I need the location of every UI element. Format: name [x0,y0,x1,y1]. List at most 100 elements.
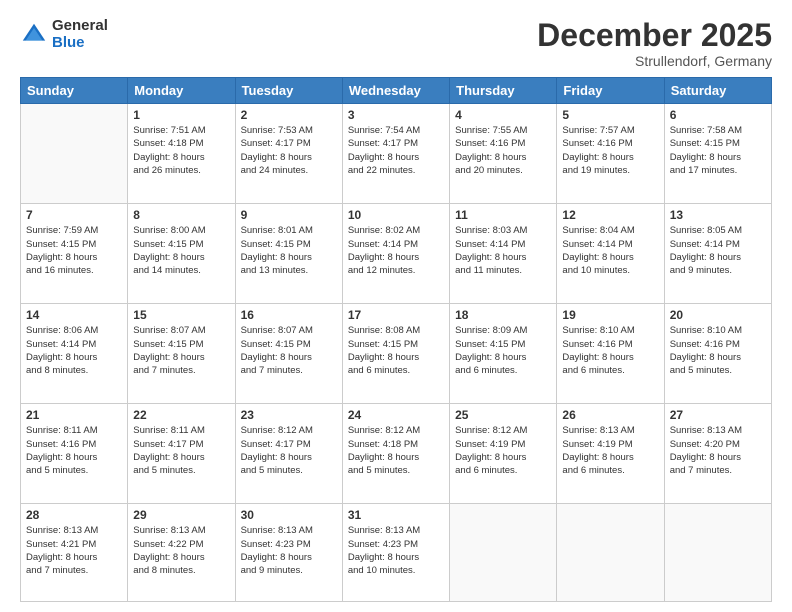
day-number: 21 [26,408,122,422]
day-number: 2 [241,108,337,122]
week-row-2: 14 Sunrise: 8:06 AMSunset: 4:14 PMDayligh… [21,304,772,404]
day-info: Sunrise: 8:08 AMSunset: 4:15 PMDaylight:… [348,324,444,377]
week-row-1: 7Sunrise: 7:59 AMSunset: 4:15 PMDaylight… [21,204,772,304]
calendar-cell: 6 Sunrise: 7:58 AMSunset: 4:15 PMDaylight… [664,104,771,204]
day-info: Sunrise: 8:11 AMSunset: 4:16 PMDaylight:… [26,424,122,477]
day-info: Sunrise: 8:06 AMSunset: 4:14 PMDaylight:… [26,324,122,377]
logo: General Blue [20,18,108,51]
day-number: 26 [562,408,658,422]
day-info: Sunrise: 8:05 AMSunset: 4:14 PMDaylight:… [670,224,766,277]
day-number: 18 [455,308,551,322]
day-info: Sunrise: 8:13 AMSunset: 4:21 PMDaylight:… [26,524,122,577]
calendar-cell: 19 Sunrise: 8:10 AMSunset: 4:16 PMDayligh… [557,304,664,404]
day-number: 14 [26,308,122,322]
day-number: 15 [133,308,229,322]
day-info: Sunrise: 7:53 AMSunset: 4:17 PMDaylight:… [241,124,337,177]
calendar-cell: 13 Sunrise: 8:05 AMSunset: 4:14 PMDayligh… [664,204,771,304]
day-number: 10 [348,208,444,222]
day-info: Sunrise: 7:51 AMSunset: 4:18 PMDaylight:… [133,124,229,177]
calendar-cell: 16 Sunrise: 8:07 AMSunset: 4:15 PMDayligh… [235,304,342,404]
day-number: 4 [455,108,551,122]
calendar-cell: 10 Sunrise: 8:02 AMSunset: 4:14 PMDayligh… [342,204,449,304]
day-number: 17 [348,308,444,322]
day-info: Sunrise: 8:01 AMSunset: 4:15 PMDaylight:… [241,224,337,277]
day-info: Sunrise: 7:55 AMSunset: 4:16 PMDaylight:… [455,124,551,177]
week-row-0: 1 Sunrise: 7:51 AMSunset: 4:18 PMDaylight… [21,104,772,204]
day-info: Sunrise: 7:58 AMSunset: 4:15 PMDaylight:… [670,124,766,177]
day-info: Sunrise: 8:10 AMSunset: 4:16 PMDaylight:… [562,324,658,377]
calendar-cell: 4 Sunrise: 7:55 AMSunset: 4:16 PMDaylight… [450,104,557,204]
calendar-cell: 3Sunrise: 7:54 AMSunset: 4:17 PMDaylight… [342,104,449,204]
day-info: Sunrise: 8:00 AMSunset: 4:15 PMDaylight:… [133,224,229,277]
calendar-cell: 20 Sunrise: 8:10 AMSunset: 4:16 PMDayligh… [664,304,771,404]
day-info: Sunrise: 8:12 AMSunset: 4:19 PMDaylight:… [455,424,551,477]
day-number: 19 [562,308,658,322]
week-row-3: 21 Sunrise: 8:11 AMSunset: 4:16 PMDayligh… [21,404,772,504]
weekday-header-thursday: Thursday [450,78,557,104]
weekday-header-saturday: Saturday [664,78,771,104]
day-info: Sunrise: 8:13 AMSunset: 4:20 PMDaylight:… [670,424,766,477]
day-number: 11 [455,208,551,222]
calendar-cell: 23Sunrise: 8:12 AMSunset: 4:17 PMDayligh… [235,404,342,504]
week-row-4: 28 Sunrise: 8:13 AMSunset: 4:21 PMDayligh… [21,504,772,602]
day-info: Sunrise: 8:10 AMSunset: 4:16 PMDaylight:… [670,324,766,377]
day-number: 22 [133,408,229,422]
calendar-cell: 1 Sunrise: 7:51 AMSunset: 4:18 PMDaylight… [128,104,235,204]
weekday-header-wednesday: Wednesday [342,78,449,104]
calendar-cell: 25Sunrise: 8:12 AMSunset: 4:19 PMDayligh… [450,404,557,504]
calendar-cell: 11Sunrise: 8:03 AMSunset: 4:14 PMDayligh… [450,204,557,304]
day-number: 24 [348,408,444,422]
calendar-cell: 30Sunrise: 8:13 AMSunset: 4:23 PMDayligh… [235,504,342,602]
weekday-header-sunday: Sunday [21,78,128,104]
title-block: December 2025 Strullendorf, Germany [537,18,772,69]
day-info: Sunrise: 8:09 AMSunset: 4:15 PMDaylight:… [455,324,551,377]
calendar-cell [450,504,557,602]
day-number: 1 [133,108,229,122]
calendar-cell: 7Sunrise: 7:59 AMSunset: 4:15 PMDaylight… [21,204,128,304]
logo-text: General Blue [52,18,108,51]
day-info: Sunrise: 8:13 AMSunset: 4:22 PMDaylight:… [133,524,229,577]
calendar-cell [664,504,771,602]
day-info: Sunrise: 8:07 AMSunset: 4:15 PMDaylight:… [241,324,337,377]
logo-general-label: General [52,18,108,35]
weekday-header-row: SundayMondayTuesdayWednesdayThursdayFrid… [21,78,772,104]
calendar-cell: 26 Sunrise: 8:13 AMSunset: 4:19 PMDayligh… [557,404,664,504]
day-info: Sunrise: 8:13 AMSunset: 4:23 PMDaylight:… [241,524,337,577]
day-number: 27 [670,408,766,422]
calendar-cell: 15 Sunrise: 8:07 AMSunset: 4:15 PMDayligh… [128,304,235,404]
day-number: 5 [562,108,658,122]
month-title: December 2025 [537,18,772,53]
logo-blue-label: Blue [52,35,108,52]
day-number: 6 [670,108,766,122]
weekday-header-monday: Monday [128,78,235,104]
calendar-cell: 28 Sunrise: 8:13 AMSunset: 4:21 PMDayligh… [21,504,128,602]
page: General Blue December 2025 Strullendorf,… [0,0,792,612]
day-info: Sunrise: 7:59 AMSunset: 4:15 PMDaylight:… [26,224,122,277]
calendar-cell: 31Sunrise: 8:13 AMSunset: 4:23 PMDayligh… [342,504,449,602]
calendar-cell: 18 Sunrise: 8:09 AMSunset: 4:15 PMDayligh… [450,304,557,404]
calendar-cell: 12Sunrise: 8:04 AMSunset: 4:14 PMDayligh… [557,204,664,304]
header: General Blue December 2025 Strullendorf,… [20,18,772,69]
day-info: Sunrise: 8:12 AMSunset: 4:18 PMDaylight:… [348,424,444,477]
day-number: 29 [133,508,229,522]
day-info: Sunrise: 8:04 AMSunset: 4:14 PMDaylight:… [562,224,658,277]
day-info: Sunrise: 8:02 AMSunset: 4:14 PMDaylight:… [348,224,444,277]
day-number: 16 [241,308,337,322]
calendar-cell: 2 Sunrise: 7:53 AMSunset: 4:17 PMDaylight… [235,104,342,204]
day-number: 13 [670,208,766,222]
day-info: Sunrise: 8:13 AMSunset: 4:23 PMDaylight:… [348,524,444,577]
day-number: 28 [26,508,122,522]
day-info: Sunrise: 8:13 AMSunset: 4:19 PMDaylight:… [562,424,658,477]
calendar-cell: 27 Sunrise: 8:13 AMSunset: 4:20 PMDayligh… [664,404,771,504]
day-info: Sunrise: 8:07 AMSunset: 4:15 PMDaylight:… [133,324,229,377]
calendar-cell [557,504,664,602]
logo-icon [20,21,48,49]
calendar-cell [21,104,128,204]
day-number: 20 [670,308,766,322]
calendar-cell: 22Sunrise: 8:11 AMSunset: 4:17 PMDayligh… [128,404,235,504]
location-subtitle: Strullendorf, Germany [537,53,772,69]
day-number: 23 [241,408,337,422]
day-number: 8 [133,208,229,222]
day-number: 3 [348,108,444,122]
weekday-header-tuesday: Tuesday [235,78,342,104]
